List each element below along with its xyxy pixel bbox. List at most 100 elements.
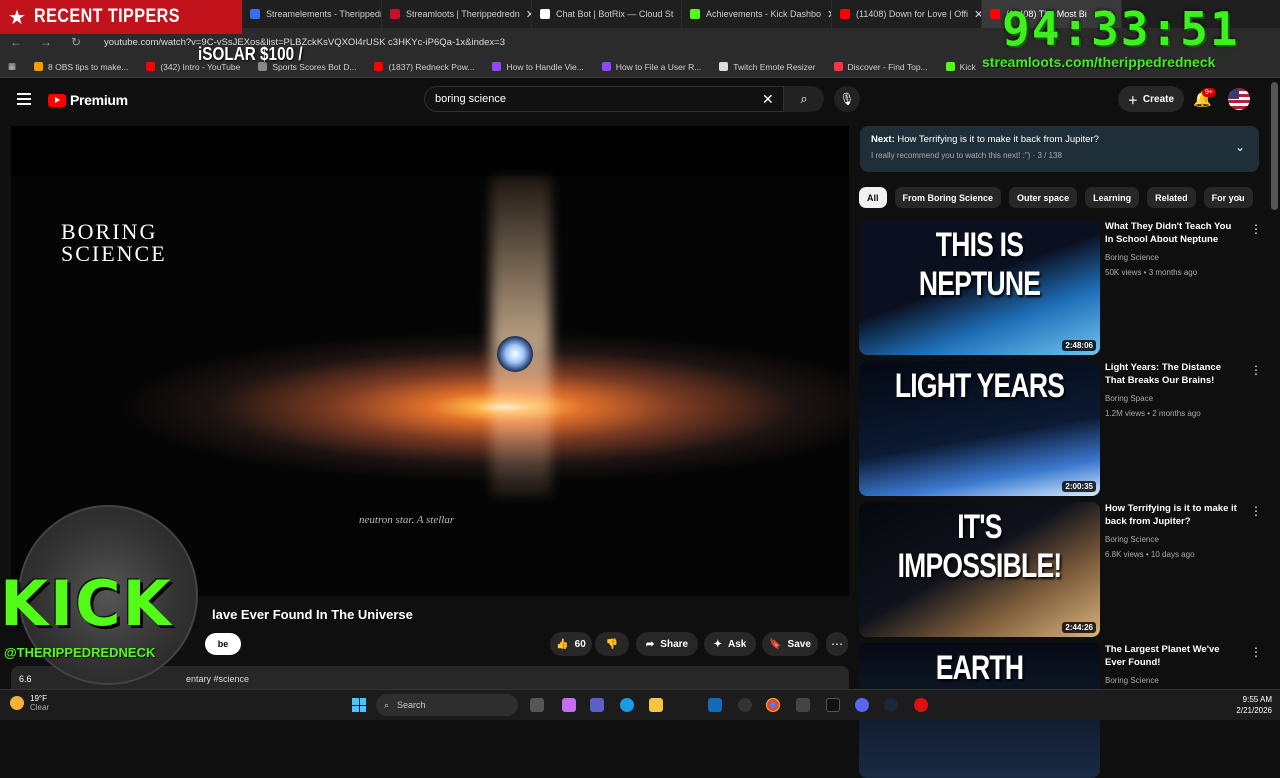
tab-favicon-icon xyxy=(390,9,400,19)
plus-icon: ＋ xyxy=(1127,95,1138,107)
video-thumbnail[interactable]: THIS IS NEPTUNE 2:48:06 xyxy=(859,220,1100,355)
steam-icon[interactable] xyxy=(884,698,898,712)
bookmark-item[interactable]: 8 OBS tips to make... xyxy=(34,62,128,72)
apps-icon[interactable]: ▦ xyxy=(8,61,16,72)
taskbar-search[interactable]: ⌕ Search xyxy=(376,694,518,716)
terminal-icon[interactable] xyxy=(826,698,840,712)
rec-channel[interactable]: Boring Science xyxy=(1105,676,1241,685)
weather-icon xyxy=(10,696,24,710)
close-tab-icon[interactable]: ✕ xyxy=(974,8,981,21)
clear-search-icon[interactable]: ✕ xyxy=(762,91,774,108)
app-icon[interactable] xyxy=(796,698,810,712)
tab-favicon-icon xyxy=(840,9,850,19)
bookmark-label: 8 OBS tips to make... xyxy=(48,61,129,72)
filter-chip[interactable]: All xyxy=(859,187,887,208)
bookmark-icon: 🔖 xyxy=(769,638,782,650)
edge-icon[interactable] xyxy=(620,698,634,712)
rec-channel[interactable]: Boring Science xyxy=(1105,253,1241,262)
back-icon[interactable]: ← xyxy=(8,35,24,49)
search-button[interactable]: ⌕ xyxy=(784,86,824,112)
bookmark-label: How to File a User R... xyxy=(615,61,702,72)
rec-title[interactable]: Light Years: The Distance That Breaks Ou… xyxy=(1105,361,1241,387)
video-beam xyxy=(491,176,551,496)
bookmark-item[interactable]: How to Handle Vie... xyxy=(492,61,584,72)
filter-chip[interactable]: Learning xyxy=(1085,187,1140,208)
forward-icon[interactable]: → xyxy=(38,35,54,49)
tab-favicon-icon xyxy=(990,9,1000,19)
clock-date: 2/21/2026 xyxy=(1236,706,1272,715)
scrollbar[interactable] xyxy=(1271,82,1278,210)
more-actions-icon[interactable]: ⋯ xyxy=(826,632,848,656)
video-info: Light Years: The Distance That Breaks Ou… xyxy=(1105,361,1241,418)
rec-channel[interactable]: Boring Science xyxy=(1105,535,1241,544)
more-options-icon[interactable]: ⋮ xyxy=(1250,645,1262,659)
browser-tab[interactable]: (11408) Down for Love | Offi ✕ xyxy=(832,0,982,28)
create-button[interactable]: ＋ Create xyxy=(1118,86,1184,112)
clock-time: 9:55 AM xyxy=(1242,695,1272,704)
filter-chip[interactable]: For you xyxy=(1203,187,1253,208)
browser-tab[interactable]: Streamloots | Therippedredn✕ xyxy=(382,0,532,28)
avatar[interactable] xyxy=(1228,88,1250,110)
obs-icon[interactable] xyxy=(738,698,752,712)
record-icon[interactable] xyxy=(914,698,928,712)
bookmark-label: (1837) Redneck Pow... xyxy=(388,61,475,72)
windows-start-icon[interactable] xyxy=(352,698,366,712)
browser-tab[interactable]: Achievements - Kick Dashbo✕ xyxy=(682,0,832,28)
like-button[interactable]: 👍 60 xyxy=(550,632,592,656)
recent-tippers-banner: ★ RECENT TIPPERS xyxy=(0,0,242,34)
discord-icon[interactable] xyxy=(855,698,869,712)
youtube-logo[interactable]: Premium xyxy=(48,92,128,108)
chrome-icon[interactable] xyxy=(766,698,780,712)
outlook-icon[interactable] xyxy=(708,698,722,712)
more-options-icon[interactable]: ⋮ xyxy=(1250,363,1262,377)
bookmark-favicon-icon xyxy=(833,62,843,71)
rec-title[interactable]: The Largest Planet We've Ever Found! xyxy=(1105,643,1241,669)
thumbnail-text: EARTH xyxy=(935,649,1024,687)
search-input[interactable]: boring science xyxy=(424,86,784,112)
video-thumbnail[interactable]: IT'S IMPOSSIBLE! 2:44:26 xyxy=(859,502,1100,637)
file-explorer-icon[interactable] xyxy=(649,698,663,712)
notification-badge: 9+ xyxy=(1202,88,1216,97)
system-clock[interactable]: 9:55 AM 2/21/2026 xyxy=(1224,694,1272,716)
reload-icon[interactable]: ↻ xyxy=(68,35,84,49)
bookmark-item[interactable]: Discover - Find Top... xyxy=(833,62,928,72)
save-button[interactable]: 🔖 Save xyxy=(762,632,818,656)
filter-chip[interactable]: Outer space xyxy=(1009,187,1078,208)
bookmark-item[interactable]: Twitch Emote Resizer xyxy=(719,62,816,72)
ask-button[interactable]: ✦ Ask xyxy=(704,632,756,656)
filter-chip[interactable]: Related xyxy=(1147,187,1196,208)
logo-label: Premium xyxy=(70,92,128,108)
copilot-icon[interactable] xyxy=(562,698,576,712)
share-button[interactable]: ➦ Share xyxy=(636,632,698,656)
video-info: How Terrifying is it to make it back fro… xyxy=(1105,502,1241,559)
rec-channel[interactable]: Boring Space xyxy=(1105,394,1241,403)
browser-tab[interactable]: Chat Bot | BotRix — Cloud St✕ xyxy=(532,0,682,28)
chevron-right-icon[interactable]: › xyxy=(1238,190,1242,204)
recommended-video[interactable]: THIS IS NEPTUNE 2:48:06 What They Didn't T… xyxy=(859,220,1262,355)
recommended-video[interactable]: IT'S IMPOSSIBLE! 2:44:26 How Terrifying is… xyxy=(859,502,1262,637)
url-field[interactable]: youtube.com/watch?v=9C-vSsJEXos&list=PLB… xyxy=(104,37,505,48)
bookmark-item[interactable]: How to File a User R... xyxy=(601,61,702,72)
thumbnail-text: THIS IS NEPTUNE xyxy=(918,226,1041,303)
task-view-icon[interactable] xyxy=(530,698,544,712)
chevron-down-icon[interactable]: ⌄ xyxy=(1235,140,1245,154)
like-count: 60 xyxy=(574,638,586,650)
weather-widget[interactable]: 19°F Clear xyxy=(10,694,49,712)
filter-chip[interactable]: From Boring Science xyxy=(894,187,1002,208)
more-options-icon[interactable]: ⋮ xyxy=(1250,222,1262,236)
bookmark-label: How to Handle Vie... xyxy=(506,61,584,72)
bookmark-item[interactable]: (1837) Redneck Pow... xyxy=(374,62,474,72)
video-thumbnail[interactable]: LIGHT YEARS 2:00:35 xyxy=(859,361,1100,496)
dislike-button[interactable]: 👎 xyxy=(595,632,629,656)
browser-tab[interactable]: Streamelements - Therippedred✕ xyxy=(242,0,382,28)
voice-search-button[interactable]: 🎙 xyxy=(834,86,860,112)
menu-icon[interactable] xyxy=(17,93,31,105)
recommended-video[interactable]: LIGHT YEARS 2:00:35 Light Years: The Dista… xyxy=(859,361,1262,496)
bookmark-item[interactable]: Kick xyxy=(945,62,976,72)
teams-icon[interactable] xyxy=(590,698,604,712)
up-next-panel[interactable]: Next: How Terrifying is it to make it ba… xyxy=(860,126,1259,172)
more-options-icon[interactable]: ⋮ xyxy=(1250,504,1262,518)
video-title: lave Ever Found In The Universe xyxy=(212,607,413,622)
rec-title[interactable]: How Terrifying is it to make it back fro… xyxy=(1105,502,1241,528)
rec-title[interactable]: What They Didn't Teach You In School Abo… xyxy=(1105,220,1241,246)
